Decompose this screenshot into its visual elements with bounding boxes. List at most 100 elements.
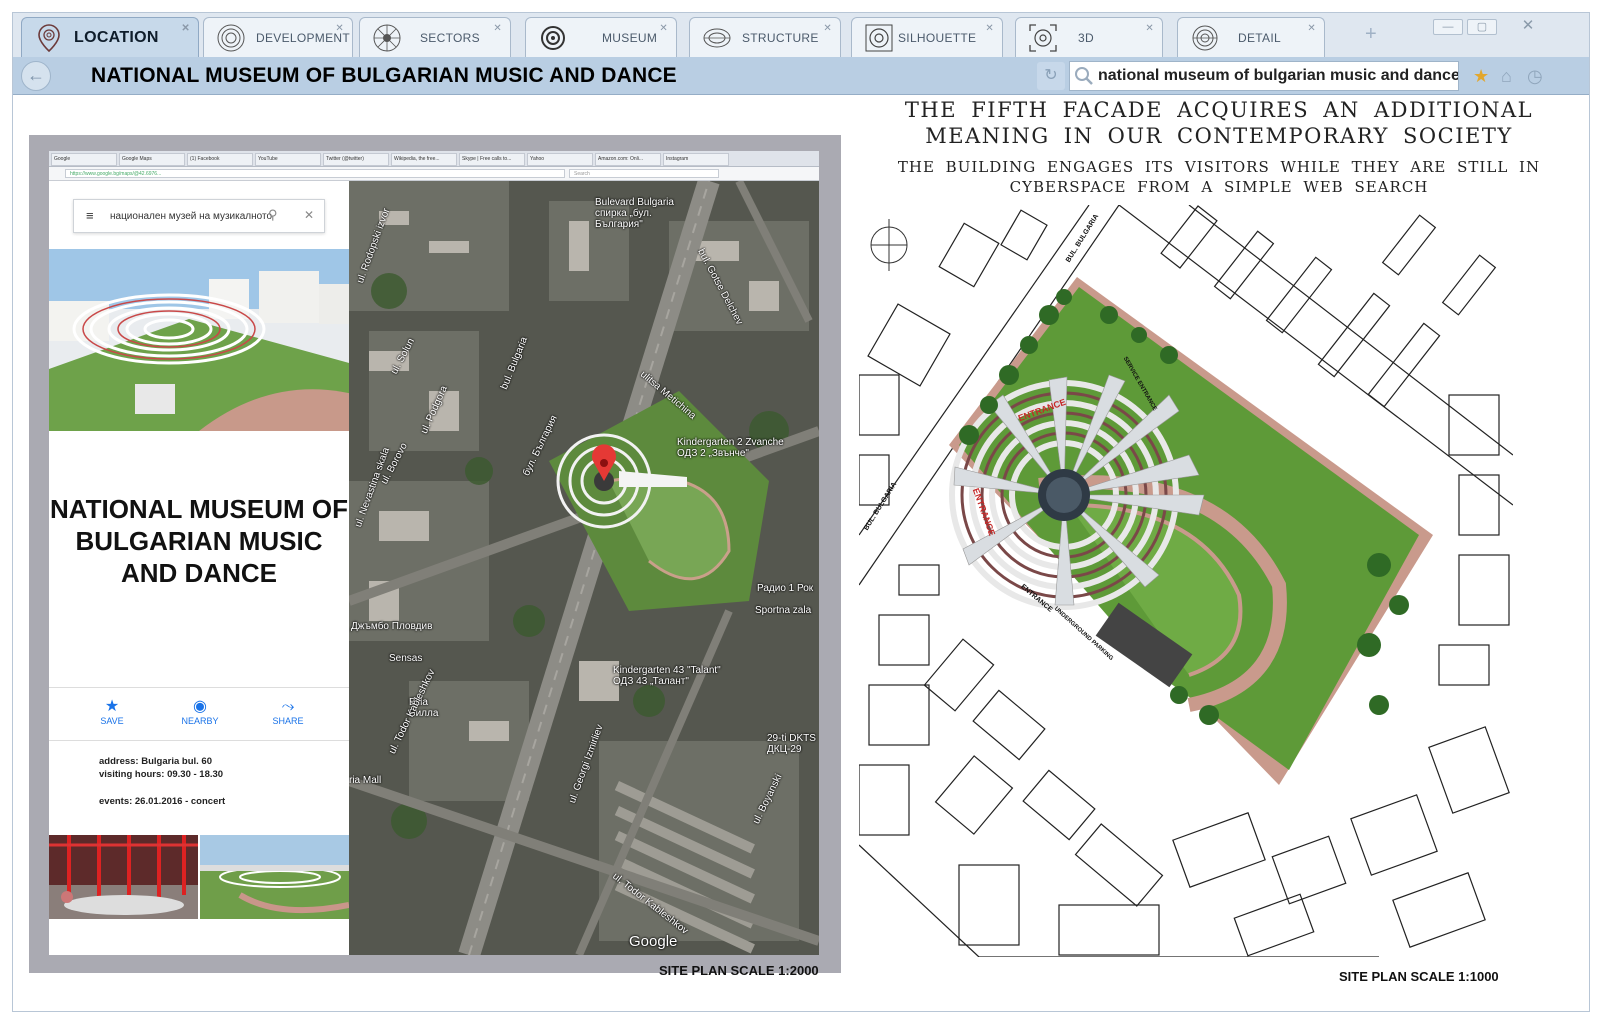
subheadline: THE BUILDING ENGAGES ITS VISITORS WHILE … [897,158,1541,196]
new-tab-button[interactable]: + [1365,23,1377,46]
maximize-button[interactable]: ▢ [1467,19,1497,35]
nearby-label: NEARBY [181,716,219,726]
arrow-left-icon: ← [27,65,45,85]
concentric-rings-icon [217,24,245,51]
share-label: SHARE [272,716,304,726]
reload-icon: ↻ [1044,67,1058,84]
tab-bar: LOCATION ✕ DEVELOPMENT ✕ SECTORS ✕ MUSEU… [13,13,1589,57]
nearby-button[interactable]: ◉ NEARBY [165,698,235,726]
close-tab-icon[interactable]: ✕ [335,23,344,34]
rings-detail-icon [1192,25,1218,50]
maps-action-row: ★ SAVE ◉ NEARBY ⤳ SHARE [49,687,349,741]
google-watermark: Google [629,933,678,950]
map-label-kindergarten-43: Kindergarten 43 "Talant" ОДЗ 43 „Талант" [613,665,721,687]
search-input[interactable] [1098,65,1458,87]
share-icon: ⤳ [281,698,295,715]
hours-text: visiting hours: 09.30 - 18.30 [99,769,224,780]
tab-label: MUSEUM [602,30,658,45]
embedded-url: https://www.google.bg/maps/@42.6976... [65,169,565,178]
close-window-button[interactable]: ✕ [1513,18,1543,35]
save-label: SAVE [100,716,124,726]
right-site-plan-panel: THE FIFTH FACADE ACQUIRES AN ADDITIONAL … [849,97,1589,1007]
maps-search-box: ≡ национален музей на музикалното ⚲ ✕ [73,199,325,233]
map-label-kindergarten-2: Kindergarten 2 Zvanche ОДЗ 2 „Звънче" [677,437,784,459]
radial-sectors-icon [373,24,401,51]
embedded-browser-tabs: Google Google Maps (1) Facebook YouTube Twit… [49,151,819,167]
left-site-plan-panel: Google Google Maps (1) Facebook YouTube Twit… [29,135,841,978]
embedded-url-bar: https://www.google.bg/maps/@42.6976... S… [49,167,819,181]
tab-label: STRUCTURE [742,30,819,45]
tab-structure[interactable]: STRUCTURE ✕ [689,17,841,57]
museum-name: NATIONAL MUSEUM OF BULGARIAN MUSIC AND D… [49,494,349,588]
maps-side-panel: ≡ национален музей на музикалното ⚲ ✕ NA… [49,181,371,955]
close-tab-icon[interactable]: ✕ [1307,23,1316,34]
map-label-sportna: Sportna zala [755,605,812,616]
back-button[interactable]: ← [21,61,51,91]
events-text: events: 26.01.2016 - concert [99,796,226,807]
tab-silhouette[interactable]: SILHOUETTE ✕ [851,17,1003,57]
tab-development[interactable]: DEVELOPMENT ✕ [203,17,353,57]
search-icon [1075,67,1093,85]
tab-label: 3D [1078,30,1094,45]
tab-detail[interactable]: DETAIL ✕ [1177,17,1325,57]
satellite-map: Bulevard Bulgaria спирка „бул. България"… [349,181,819,955]
minimize-button[interactable]: — [1433,19,1463,35]
close-tab-icon[interactable]: ✕ [493,23,502,34]
exterior-photo-thumbnail [200,835,349,919]
embedded-tab: Amazon.com: Onli... [595,153,661,166]
embedded-search: Search [569,169,719,178]
map-label-dkts: 29-ti DKTS ДКЦ-29 [767,733,816,755]
nearby-icon: ◉ [193,698,207,715]
target-rings-icon [541,25,565,50]
close-tab-icon[interactable]: ✕ [1145,23,1154,34]
tab-museum[interactable]: MUSEUM ✕ [525,17,677,57]
embedded-tab: Wikipedia, the free... [391,153,457,166]
interior-photo-thumbnail [49,835,198,919]
search-box[interactable] [1069,61,1459,91]
site-plan-drawing: ENTRANCE ENTRANCE ENTRANCE SERVICE ENTRA… [859,205,1513,957]
maps-query: национален музей на музикалното [110,211,273,222]
history-icon[interactable]: ◷ [1527,66,1543,87]
close-tab-icon[interactable]: ✕ [659,23,668,34]
close-tab-icon[interactable]: ✕ [181,23,190,34]
close-tab-icon[interactable]: ✕ [823,23,832,34]
share-button[interactable]: ⤳ SHARE [253,698,323,726]
scale-label-right: SITE PLAN SCALE 1:1000 [1339,969,1499,984]
tab-3d[interactable]: 3D ✕ [1015,17,1163,57]
embedded-maps-screenshot: Google Google Maps (1) Facebook YouTube Twit… [49,151,819,955]
bracketed-rings-icon [1029,23,1057,52]
map-label-sensas: Sensas [389,653,423,664]
embedded-tab: YouTube [255,153,321,166]
reload-button[interactable]: ↻ [1037,62,1065,90]
ring-structure-icon [703,28,731,47]
star-icon: ★ [104,698,120,715]
map-label-jumbo: Джъмбо Пловдив [351,621,433,632]
fingerprint-pin-icon [38,23,60,52]
embedded-tab: Google Maps [119,153,185,166]
save-button[interactable]: ★ SAVE [77,698,147,726]
map-label-mall: ria Mall [349,775,382,786]
tab-label: SILHOUETTE [898,30,977,45]
navigation-bar: ← NATIONAL MUSEUM OF BULGARIAN MUSIC AND… [13,57,1589,95]
embedded-tab: Twitter (@twitter) [323,153,389,166]
home-icon[interactable]: ⌂ [1501,66,1512,87]
search-icon: ⚲ [268,207,278,222]
embedded-tab: Yahoo [527,153,593,166]
tab-label: DETAIL [1238,30,1281,45]
star-icon[interactable]: ★ [1473,66,1489,87]
tab-sectors[interactable]: SECTORS ✕ [359,17,511,57]
framed-rings-icon [865,24,893,51]
address-text: address: Bulgaria bul. 60 [99,756,212,767]
close-tab-icon[interactable]: ✕ [985,23,994,34]
map-label-bus-stop: Bulevard Bulgaria спирка „бул. България" [595,197,674,230]
tab-label: LOCATION [74,28,159,46]
embedded-tab: (1) Facebook [187,153,253,166]
map-label-radio: Радио 1 Рок [757,583,814,594]
tab-location[interactable]: LOCATION ✕ [21,17,199,57]
scale-label-left: SITE PLAN SCALE 1:2000 [659,963,819,978]
browser-window: LOCATION ✕ DEVELOPMENT ✕ SECTORS ✕ MUSEU… [12,12,1590,1012]
embedded-tab: Skype | Free calls to... [459,153,525,166]
museum-info: address: Bulgaria bul. 60 visiting hours… [99,755,225,808]
tab-label: SECTORS [420,30,480,45]
embedded-tab: Instagram [663,153,729,166]
